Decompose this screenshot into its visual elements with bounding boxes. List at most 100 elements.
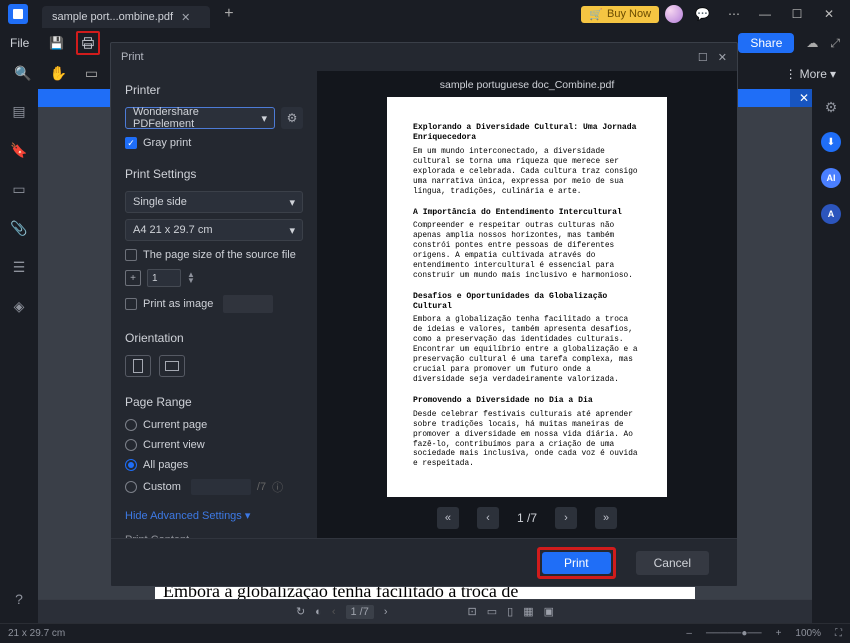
feedback-icon[interactable]: 💬	[689, 7, 716, 21]
fit-width-icon[interactable]: ⊡	[468, 605, 477, 618]
tab-title: sample port...ombine.pdf	[52, 11, 173, 23]
zoom-label: 100%	[795, 628, 821, 639]
right-rail: ⚙ ⬇ AI A	[812, 89, 850, 619]
gray-print-checkbox[interactable]: Gray print	[125, 137, 303, 149]
hand-icon[interactable]: ✋	[49, 65, 66, 82]
buy-now-button[interactable]: 🛒 Buy Now	[581, 6, 659, 23]
ai-badge-2[interactable]: A	[821, 204, 841, 224]
page-indicator: 1 /7	[517, 511, 537, 525]
help-icon[interactable]: ?	[15, 591, 23, 607]
checkbox-icon	[125, 137, 137, 149]
add-tab-button[interactable]: +	[224, 5, 233, 23]
printer-section-label: Printer	[125, 83, 303, 97]
range-current-view[interactable]: Current view	[125, 439, 303, 451]
avatar[interactable]	[665, 5, 683, 23]
hide-advanced-link[interactable]: Hide Advanced Settings ▾	[125, 509, 303, 522]
zoom-out-icon[interactable]: –	[686, 628, 692, 639]
print-button[interactable]: Print	[542, 552, 611, 574]
paper-size-label: 21 x 29.7 cm	[8, 628, 65, 639]
dialog-maximize[interactable]: ☐	[698, 51, 708, 64]
read-mode-icon[interactable]: ▣	[544, 605, 554, 618]
ai-badge-1[interactable]: AI	[821, 168, 841, 188]
page-number-input[interactable]: 1 /7	[346, 605, 374, 619]
range-current-page[interactable]: Current page	[125, 419, 303, 431]
cancel-button[interactable]: Cancel	[636, 551, 709, 575]
next-page-icon[interactable]: ›	[384, 606, 388, 618]
quick-print-button[interactable]	[76, 31, 100, 55]
prev-page-button[interactable]: ‹	[477, 507, 499, 529]
zoom-slider[interactable]: ─────●──	[706, 628, 762, 639]
page-jump-icon[interactable]: ◐	[315, 606, 322, 618]
window-minimize[interactable]: —	[752, 7, 778, 21]
attachment-icon[interactable]: 📎	[10, 220, 27, 237]
layer-icon[interactable]: ◈	[14, 298, 25, 315]
sides-select[interactable]: Single side▾	[125, 191, 303, 213]
chevron-down-icon: ▾	[289, 224, 295, 237]
orientation-portrait[interactable]	[125, 355, 151, 377]
dialog-footer: Print Cancel	[111, 538, 737, 586]
print-dialog: Print ☐ ✕ Printer Wondershare PDFelement…	[110, 42, 738, 587]
save-icon[interactable]: 💾	[49, 36, 64, 50]
single-page-icon[interactable]: ▯	[507, 605, 513, 618]
select-icon[interactable]: ▭	[85, 65, 98, 82]
fullscreen-icon[interactable]: ⛶	[835, 628, 842, 639]
print-preview-panel: sample portuguese doc_Combine.pdf Explor…	[317, 71, 737, 538]
printer-select[interactable]: Wondershare PDFelement▾	[125, 107, 275, 129]
close-tab-icon[interactable]: ✕	[181, 11, 190, 24]
next-page-button[interactable]: ›	[555, 507, 577, 529]
document-toolbar: ↻ ◐ ‹ 1 /7 › ⊡ ▭ ▯ ▦ ▣	[38, 599, 812, 623]
dialog-titlebar: Print ☐ ✕	[111, 43, 737, 71]
more-icon[interactable]: ⋯	[722, 7, 746, 21]
document-tab[interactable]: sample port...ombine.pdf ✕	[42, 6, 210, 28]
source-page-size-checkbox[interactable]: The page size of the source file	[125, 249, 303, 261]
fit-page-icon[interactable]: ▭	[487, 605, 497, 618]
preview-pager: « ‹ 1 /7 › »	[437, 507, 617, 529]
share-button[interactable]: Share	[738, 33, 794, 53]
chevron-down-icon: ▾	[830, 67, 836, 81]
bookmark-icon[interactable]: 🔖	[10, 142, 27, 159]
chevron-down-icon: ▾	[261, 112, 267, 125]
range-all-pages[interactable]: All pages	[125, 459, 303, 471]
orientation-landscape[interactable]	[159, 355, 185, 377]
rotate-icon[interactable]: ↻	[296, 605, 305, 618]
last-page-button[interactable]: »	[595, 507, 617, 529]
dpi-select[interactable]	[223, 295, 273, 313]
checkbox-icon	[125, 249, 137, 261]
prev-page-icon[interactable]: ‹	[332, 606, 336, 618]
zoom-in-icon[interactable]: +	[776, 628, 782, 639]
custom-range-input[interactable]	[191, 479, 251, 495]
print-settings-panel: Printer Wondershare PDFelement▾ ⚙ Gray p…	[111, 71, 317, 538]
print-as-image-checkbox[interactable]: Print as image	[125, 295, 303, 313]
download-icon[interactable]: ⬇	[821, 132, 841, 152]
dialog-close[interactable]: ✕	[718, 51, 727, 64]
paper-select[interactable]: A4 21 x 29.7 cm▾	[125, 219, 303, 241]
orientation-label: Orientation	[125, 331, 303, 345]
print-settings-label: Print Settings	[125, 167, 303, 181]
layout-icon[interactable]: ▦	[523, 605, 533, 618]
comment-icon[interactable]: ▭	[12, 181, 25, 198]
file-menu[interactable]: File	[10, 36, 29, 50]
printer-settings-button[interactable]: ⚙	[281, 107, 303, 129]
print-content-label: Print Content	[125, 534, 303, 538]
printer-icon	[81, 36, 95, 50]
left-rail: ▤ 🔖 ▭ 📎 ☰ ◈ ?	[0, 89, 38, 619]
search-icon[interactable]: 🔍	[14, 65, 31, 82]
window-maximize[interactable]: ☐	[784, 7, 810, 21]
chevron-down-icon: ▾	[289, 196, 295, 209]
info-icon[interactable]: ⓘ	[272, 479, 283, 495]
app-icon	[8, 4, 28, 24]
first-page-button[interactable]: «	[437, 507, 459, 529]
thumbnails-icon[interactable]: ▤	[12, 103, 25, 120]
adjust-icon[interactable]: ⚙	[825, 99, 838, 116]
copies-down[interactable]: ▼	[187, 278, 195, 284]
field-icon[interactable]: ☰	[13, 259, 26, 276]
window-close[interactable]: ✕	[816, 7, 842, 21]
titlebar: sample port...ombine.pdf ✕ + 🛒 Buy Now 💬…	[0, 0, 850, 28]
preview-filename: sample portuguese doc_Combine.pdf	[440, 79, 615, 91]
cloud-icon[interactable]: ☁	[806, 36, 818, 50]
expand-icon[interactable]: ⤢	[830, 36, 840, 51]
copies-input[interactable]: 1	[147, 269, 181, 287]
range-custom[interactable]: Custom /7 ⓘ	[125, 479, 303, 495]
more-menu[interactable]: ⋮ More ▾	[785, 67, 836, 81]
page-range-label: Page Range	[125, 395, 303, 409]
